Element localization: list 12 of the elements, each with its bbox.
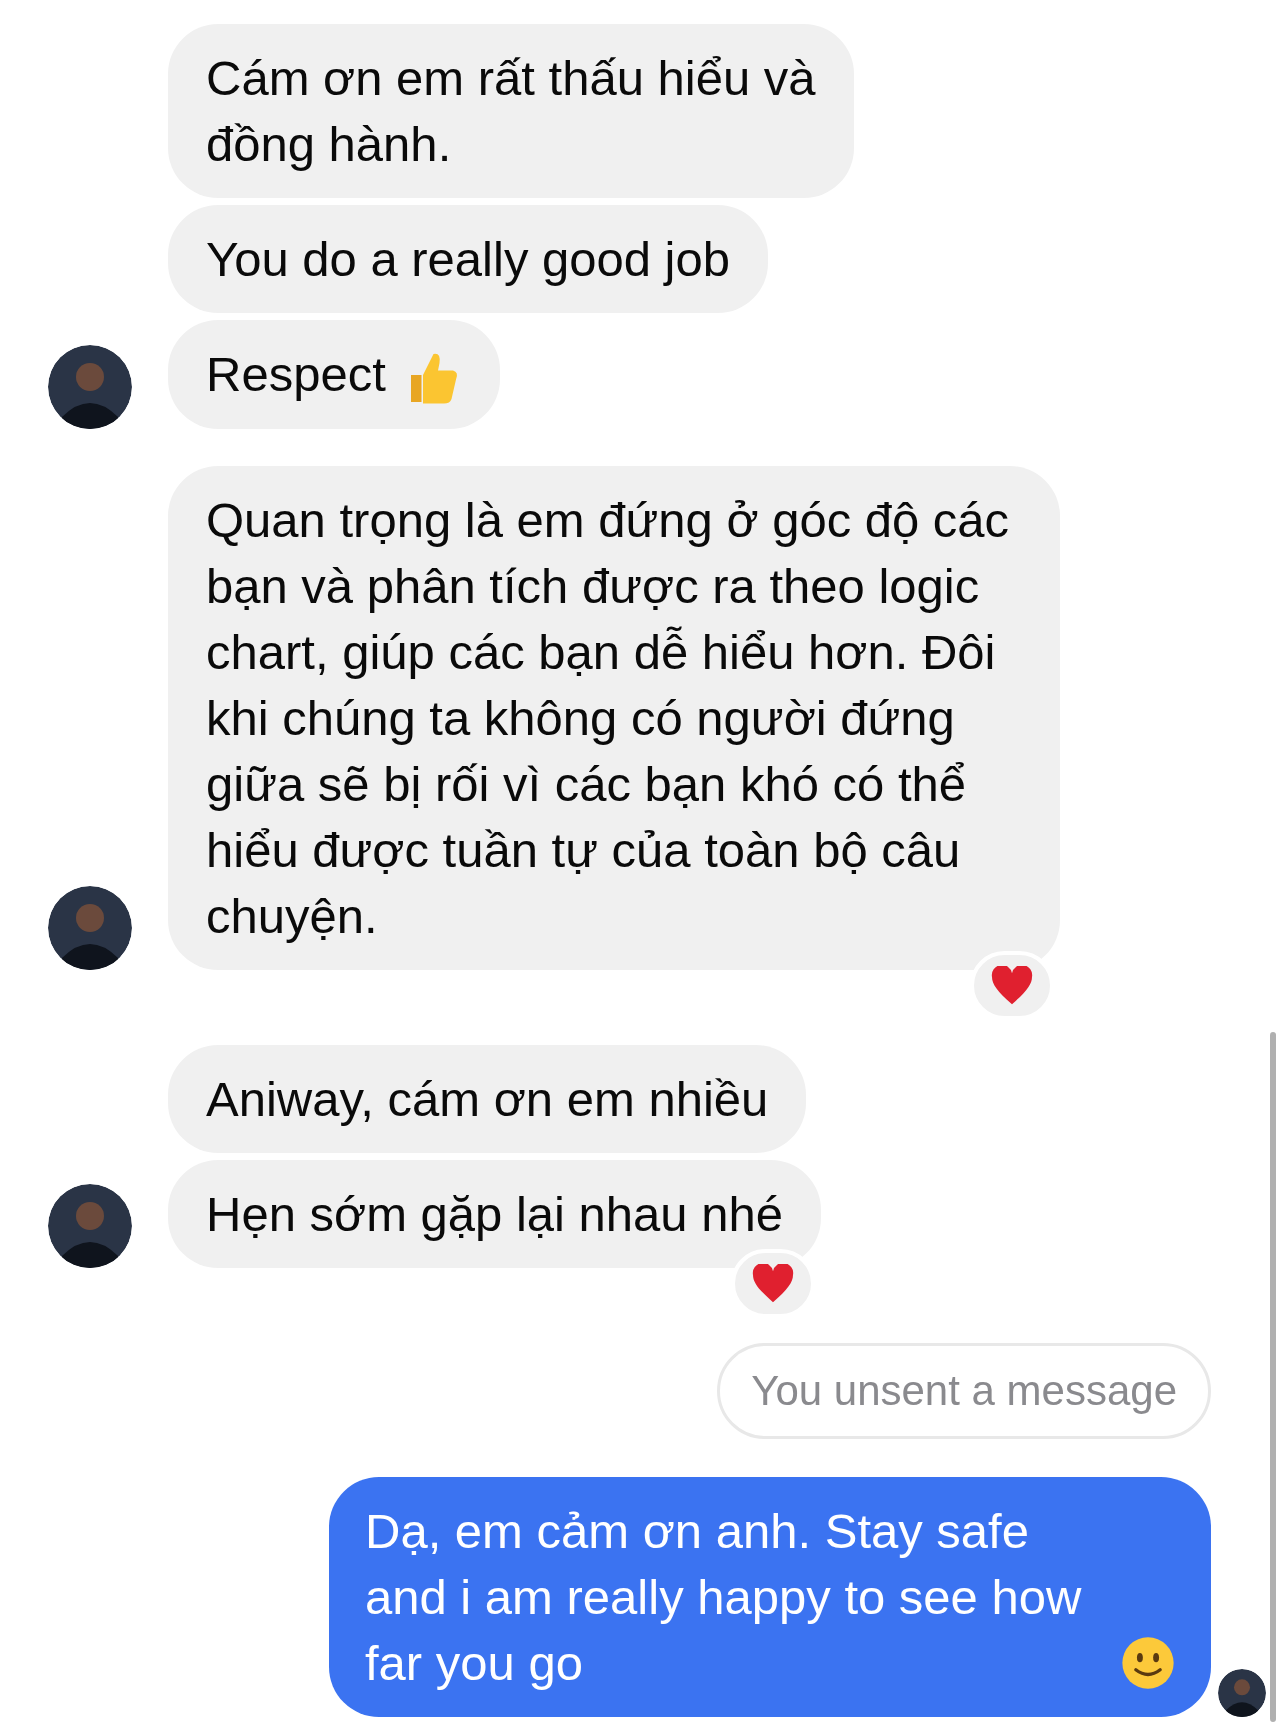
message-text: Hẹn sớm gặp lại nhau nhé	[206, 1187, 783, 1242]
unsent-notice: You unsent a message	[717, 1343, 1211, 1440]
message-text: Quan trọng là em đứng ở góc độ các bạn và phân tích được ra theo logic chart, giúp các bạn dễ hiểu hơn. Đôi khi chúng ta không có người đứng giữa sẽ bị rối vì các bạn khó có thể hiểu được tuần tự của toàn bộ câu chuyện.	[206, 493, 1010, 944]
smiley-icon	[1121, 1635, 1175, 1692]
message-text: You do a really good job	[206, 232, 730, 286]
message-text: Aniway, cám ơn em nhiều	[206, 1072, 769, 1127]
message-text: Cám ơn em rất thấu hiểu và đồng hành.	[206, 51, 816, 171]
message-text: Respect	[206, 347, 386, 401]
heart-icon	[990, 965, 1034, 1006]
heart-icon	[750, 1263, 795, 1304]
scrollbar[interactable]	[1270, 1032, 1276, 1722]
message-text: Dạ, em cảm ơn anh. Stay safe and i am really happy to see how far you go	[365, 1503, 1083, 1693]
